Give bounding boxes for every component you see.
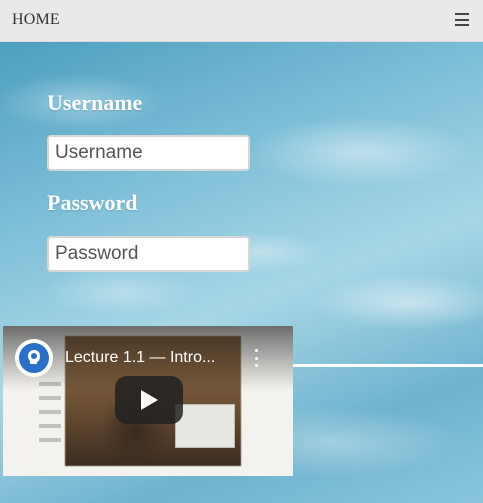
username-label: Username <box>47 90 143 115</box>
slide-text-line <box>39 424 61 428</box>
slide-text-line <box>39 396 61 400</box>
slide-text-line <box>39 410 61 414</box>
background-gap <box>293 364 483 367</box>
video-title[interactable]: Lecture 1.1 — Intro... <box>65 349 240 367</box>
hamburger-menu-icon[interactable] <box>455 13 469 26</box>
embedded-video-player[interactable]: Lecture 1.1 — Intro... <box>3 326 293 476</box>
password-label: Password <box>47 190 138 215</box>
password-input[interactable] <box>47 236 250 272</box>
top-nav-bar: HOME <box>0 0 483 42</box>
lightbulb-head-icon[interactable] <box>15 339 53 377</box>
kebab-menu-icon[interactable] <box>253 349 259 367</box>
play-icon <box>141 390 158 410</box>
username-input[interactable] <box>47 135 250 171</box>
home-link[interactable]: HOME <box>12 11 60 29</box>
slide-text-line <box>39 438 61 442</box>
play-button[interactable] <box>115 376 183 424</box>
whiteboard-frame <box>175 404 235 448</box>
